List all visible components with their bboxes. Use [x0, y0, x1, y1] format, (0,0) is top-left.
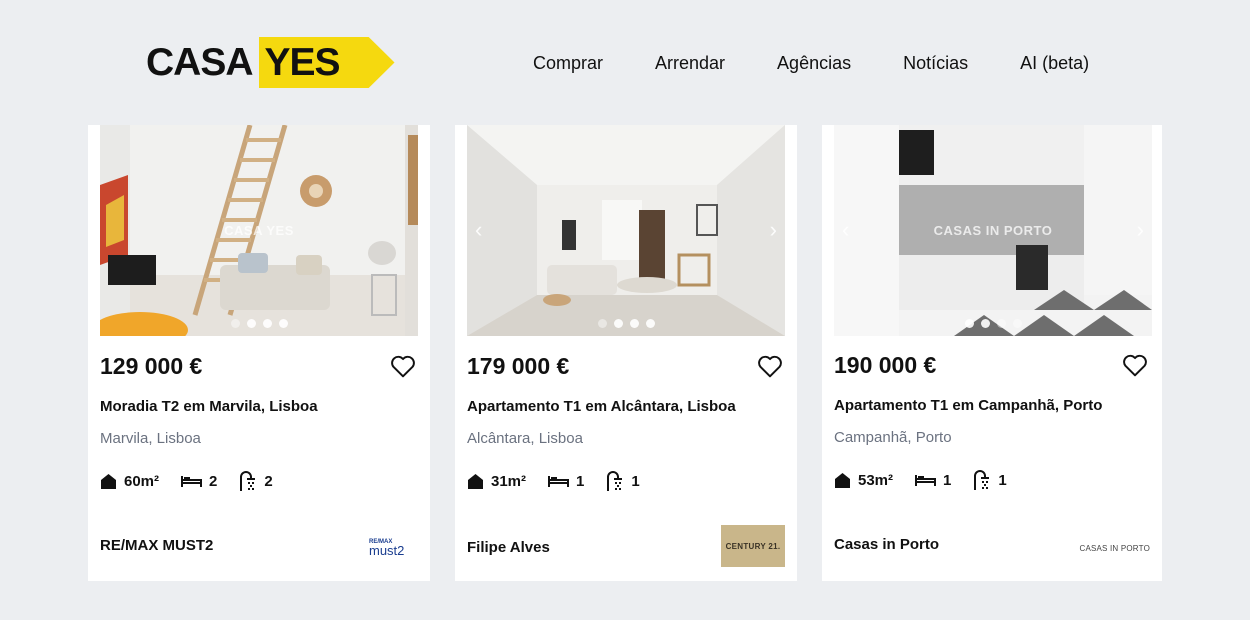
house-icon: [101, 473, 116, 489]
bedrooms-feature: 2: [181, 473, 217, 490]
bathrooms-value: 2: [264, 472, 273, 490]
bedrooms-value: 1: [576, 472, 585, 490]
logo-casa-text: CASA: [146, 41, 254, 84]
agency-name[interactable]: Casas in Porto: [834, 536, 939, 553]
nav-comprar[interactable]: Comprar: [533, 52, 603, 74]
listing-price: 129 000 €: [100, 353, 203, 379]
shower-icon: [974, 470, 990, 490]
nav-ai-beta[interactable]: AI (beta): [1020, 52, 1089, 74]
nav-noticias[interactable]: Notícias: [903, 52, 968, 74]
heart-outline-icon[interactable]: [390, 354, 416, 378]
area-value: 31m²: [491, 472, 527, 490]
shower-icon: [607, 471, 623, 491]
house-icon: [468, 473, 483, 489]
bed-icon: [548, 476, 570, 487]
listing-title[interactable]: Apartamento T1 em Alcântara, Lisboa: [467, 398, 736, 415]
agency-name[interactable]: RE/MAX MUST2: [100, 537, 213, 554]
listing-price: 179 000 €: [467, 353, 570, 379]
chevron-right-icon[interactable]: ›: [770, 217, 777, 243]
nav-agencias[interactable]: Agências: [777, 52, 851, 74]
listing-title[interactable]: Apartamento T1 em Campanhã, Porto: [834, 397, 1102, 414]
area-value: 53m²: [858, 471, 894, 489]
shower-icon: [240, 471, 256, 491]
svg-text:must2: must2: [369, 543, 404, 558]
house-icon: [835, 472, 850, 488]
bed-icon: [915, 475, 937, 486]
bedrooms-feature: 1: [915, 472, 951, 489]
living-room-photo: [467, 125, 785, 336]
bathrooms-feature: 1: [606, 471, 640, 491]
listing-location: Alcântara, Lisboa: [467, 430, 583, 447]
heart-outline-icon[interactable]: [757, 354, 783, 378]
listing-card[interactable]: CASAS IN PORTO ‹ › 190 000 € Apartamento…: [822, 125, 1162, 581]
century21-logo-text: CENTURY 21.: [725, 541, 781, 551]
listing-location: Marvila, Lisboa: [100, 430, 201, 447]
bathrooms-value: 1: [631, 472, 640, 490]
logo-yes-badge: YES: [258, 37, 395, 88]
agency-name[interactable]: Filipe Alves: [467, 539, 550, 556]
nav-arrendar[interactable]: Arrendar: [655, 52, 725, 74]
listing-photo[interactable]: CASA YES: [100, 125, 418, 336]
listing-card[interactable]: ‹ › 179 000 € Apartamento T1 em Alcântar…: [455, 125, 797, 581]
listing-features: 53m² 1 1: [834, 470, 1029, 490]
bed-icon: [181, 476, 203, 487]
site-logo[interactable]: CASA YES: [146, 37, 395, 88]
carousel-dots[interactable]: [467, 319, 785, 328]
carousel-dots[interactable]: [834, 319, 1152, 328]
area-feature: 60m²: [100, 473, 159, 490]
listing-card[interactable]: CASA YES 129 000 € Moradia T2 em Marvila…: [88, 125, 430, 581]
chevron-left-icon[interactable]: ‹: [475, 217, 482, 243]
bathrooms-feature: 1: [973, 470, 1007, 490]
carousel-dots[interactable]: [100, 319, 418, 328]
listing-title[interactable]: Moradia T2 em Marvila, Lisboa: [100, 398, 318, 415]
chevron-right-icon[interactable]: ›: [1137, 217, 1144, 243]
agency-logo[interactable]: RE/MAX must2: [368, 536, 418, 563]
listing-photo[interactable]: ‹ ›: [467, 125, 785, 336]
photo-watermark: CASAS IN PORTO: [933, 223, 1053, 238]
area-feature: 31m²: [467, 473, 526, 490]
logo-yes-text: YES: [264, 41, 341, 84]
listing-price: 190 000 €: [834, 352, 937, 378]
listing-features: 31m² 1 1: [467, 471, 662, 491]
casas-in-porto-logo-text: CASAS IN PORTO: [1079, 544, 1150, 553]
area-value: 60m²: [124, 472, 160, 490]
agency-logo[interactable]: CENTURY 21.: [721, 525, 785, 567]
bedrooms-value: 2: [209, 472, 218, 490]
listing-location: Campanhã, Porto: [834, 429, 952, 446]
bedrooms-value: 1: [943, 471, 952, 489]
main-nav: Comprar Arrendar Agências Notícias AI (b…: [533, 52, 1089, 74]
area-feature: 53m²: [834, 472, 893, 489]
remax-must2-logo: RE/MAX must2: [369, 539, 404, 558]
bathrooms-feature: 2: [239, 471, 273, 491]
photo-watermark: CASA YES: [224, 223, 294, 238]
bathrooms-value: 1: [998, 471, 1007, 489]
bedrooms-feature: 1: [548, 473, 584, 490]
heart-outline-icon[interactable]: [1122, 353, 1148, 377]
listing-photo[interactable]: CASAS IN PORTO ‹ ›: [834, 125, 1152, 336]
listing-features: 60m² 2 2: [100, 471, 295, 491]
agency-logo[interactable]: CASAS IN PORTO: [1079, 538, 1150, 556]
chevron-left-icon[interactable]: ‹: [842, 217, 849, 243]
